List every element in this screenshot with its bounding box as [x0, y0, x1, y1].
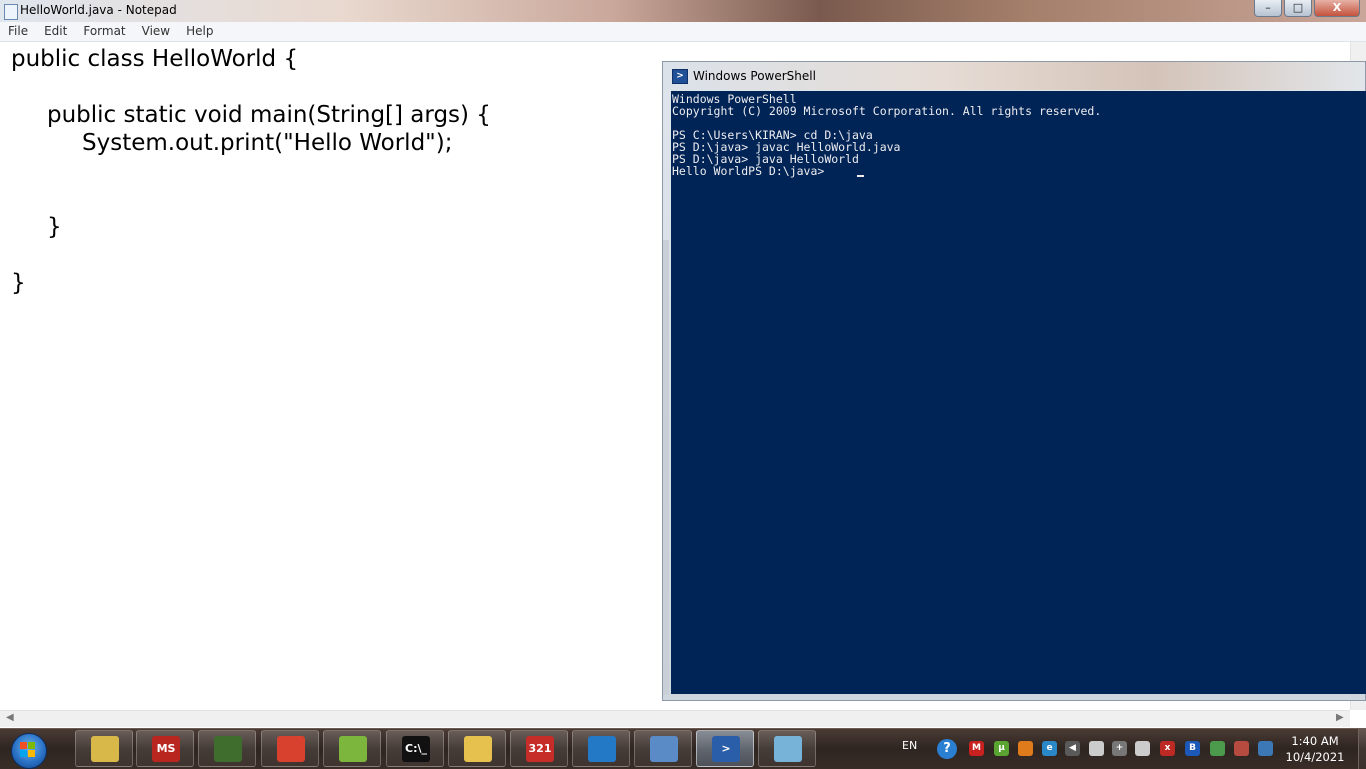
- taskbar-button[interactable]: MS: [136, 730, 194, 767]
- powershell-console[interactable]: Windows PowerShell Copyright (C) 2009 Mi…: [671, 91, 1366, 694]
- monitor-icon[interactable]: [1258, 741, 1273, 756]
- notepad-plus-icon: [339, 736, 367, 762]
- powershell-icon: >: [672, 69, 688, 84]
- ms-office-icon: MS: [152, 736, 180, 762]
- code-line: System.out.print("Hello World");: [82, 130, 453, 156]
- clock[interactable]: 1:40 AM 10/4/2021: [1276, 733, 1354, 765]
- computer-icon: [214, 736, 242, 762]
- battery-icon[interactable]: [1089, 741, 1104, 756]
- taskbar-button[interactable]: [572, 730, 630, 767]
- taskbar-button[interactable]: [323, 730, 381, 767]
- paint-icon: [650, 736, 678, 762]
- scroll-right-icon[interactable]: ▶: [1336, 712, 1344, 723]
- taskbar-button[interactable]: [75, 730, 133, 767]
- app-orange-icon[interactable]: [1018, 741, 1033, 756]
- console-cursor: [857, 175, 864, 177]
- language-indicator[interactable]: EN: [902, 739, 917, 752]
- bluetooth-icon[interactable]: B: [1185, 741, 1200, 756]
- taskbar-button[interactable]: [261, 730, 319, 767]
- taskbar-button[interactable]: 321: [510, 730, 568, 767]
- console-line: Copyright (C) 2009 Microsoft Corporation…: [672, 104, 1102, 118]
- code-line: public static void main(String[] args) {: [47, 102, 491, 128]
- windows-flag-icon: [20, 742, 36, 758]
- start-button[interactable]: [2, 730, 54, 769]
- taskbar-button[interactable]: [448, 730, 506, 767]
- help-icon[interactable]: ?: [937, 739, 957, 759]
- powershell-title-bar[interactable]: > Windows PowerShell: [663, 62, 1365, 90]
- maximize-button[interactable]: □: [1284, 0, 1312, 17]
- window-title: HelloWorld.java - Notepad: [20, 3, 177, 17]
- mcafee-icon[interactable]: M: [969, 741, 984, 756]
- drive-icon[interactable]: [1210, 741, 1225, 756]
- code-line: }: [47, 214, 62, 240]
- menu-view[interactable]: View: [134, 22, 178, 41]
- taskbar-button[interactable]: C:\_: [386, 730, 444, 767]
- move-icon[interactable]: +: [1112, 741, 1127, 756]
- taskbar-button[interactable]: [634, 730, 692, 767]
- menu-edit[interactable]: Edit: [36, 22, 75, 41]
- network-error-icon[interactable]: x: [1160, 741, 1175, 756]
- minimize-button[interactable]: –: [1254, 0, 1282, 17]
- powershell-title: Windows PowerShell: [693, 69, 816, 83]
- powershell-window[interactable]: > Windows PowerShell Windows PowerShell …: [662, 61, 1366, 701]
- signal-icon[interactable]: [1135, 741, 1150, 756]
- volume-icon[interactable]: ◀: [1065, 741, 1080, 756]
- notepad-title-bar[interactable]: HelloWorld.java - Notepad – □ X: [0, 0, 1366, 22]
- notepad-app-icon: [4, 4, 18, 20]
- menu-help[interactable]: Help: [178, 22, 221, 41]
- taskbar-button[interactable]: >: [696, 730, 754, 767]
- code-line: public class HelloWorld {: [11, 46, 299, 72]
- calendar-icon: 321: [526, 736, 554, 762]
- clock-date: 10/4/2021: [1285, 750, 1345, 764]
- windows-explorer-icon: [91, 736, 119, 762]
- utorrent-icon[interactable]: µ: [994, 741, 1009, 756]
- taskbar: MS C:\_ 321 > EN ? Mµ e ◀ + x B 1:40 AM 10/4/2021: [0, 728, 1366, 769]
- menu-file[interactable]: File: [0, 22, 36, 41]
- notepad-icon: [774, 736, 802, 762]
- folder-icon: [464, 736, 492, 762]
- taskbar-button[interactable]: [758, 730, 816, 767]
- show-desktop-button[interactable]: [1358, 729, 1366, 769]
- horizontal-scrollbar[interactable]: ◀ ▶: [0, 710, 1350, 727]
- chrome-icon: [277, 736, 305, 762]
- vscode-icon: [588, 736, 616, 762]
- menu-format[interactable]: Format: [75, 22, 133, 41]
- cmd-icon: C:\_: [402, 736, 430, 762]
- powershell-icon: >: [712, 736, 740, 762]
- powershell-frame-edge: [663, 240, 669, 695]
- close-button[interactable]: X: [1314, 0, 1360, 17]
- menu-bar: File Edit Format View Help: [0, 22, 1366, 42]
- scroll-left-icon[interactable]: ◀: [6, 712, 14, 723]
- network-tools-icon[interactable]: [1234, 741, 1249, 756]
- clock-time: 1:40 AM: [1291, 734, 1339, 748]
- ie-icon[interactable]: e: [1042, 741, 1057, 756]
- code-line: }: [11, 270, 26, 296]
- taskbar-button[interactable]: [198, 730, 256, 767]
- console-line: Hello WorldPS D:\java>: [672, 164, 832, 178]
